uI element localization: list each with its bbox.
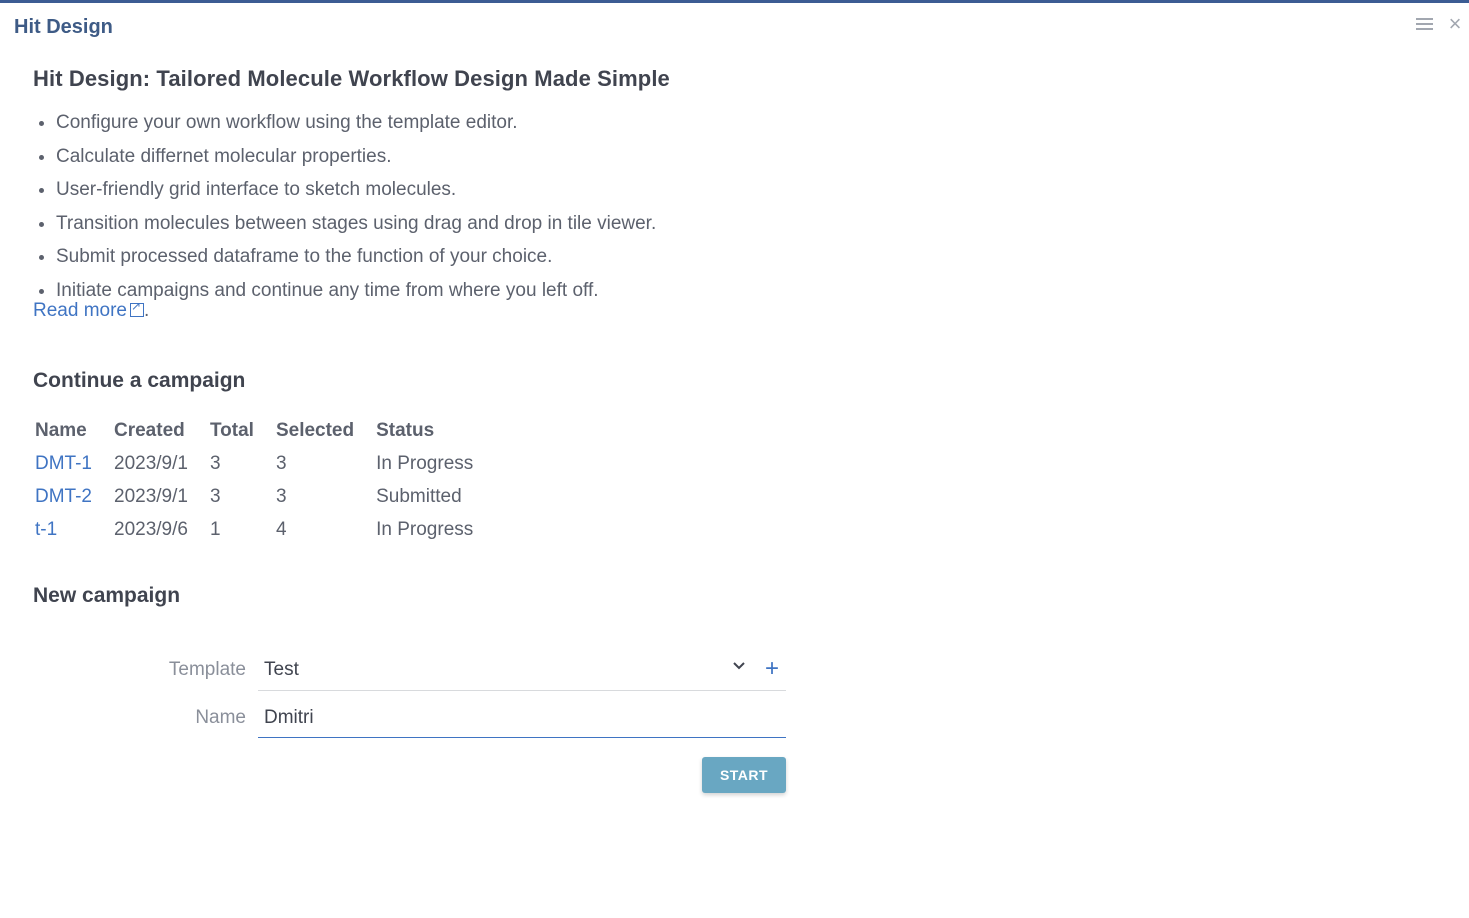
intro-heading: Hit Design: Tailored Molecule Workflow D… [33, 66, 670, 91]
status-cell: In Progress [376, 452, 474, 474]
total-cell: 3 [209, 485, 221, 507]
table-row: t-1 2023/9/6 1 4 In Progress [31, 513, 491, 546]
column-header-status: Status [376, 419, 435, 441]
status-cell: Submitted [376, 485, 462, 507]
template-label: Template [168, 659, 246, 680]
selected-cell: 4 [275, 518, 287, 540]
created-cell: 2023/9/6 [114, 518, 188, 540]
window-title: Hit Design [14, 16, 113, 38]
read-more-label: Read more [33, 300, 127, 321]
template-select-value: Test [264, 659, 299, 680]
status-cell: In Progress [376, 518, 474, 540]
feature-item: Transition molecules between stages usin… [56, 207, 1433, 241]
column-header-created: Created [114, 419, 185, 441]
campaign-link[interactable]: DMT-1 [35, 453, 92, 474]
feature-item: Configure your own workflow using the te… [56, 106, 1433, 140]
name-label: Name [195, 707, 246, 728]
read-more-link[interactable]: Read more [33, 299, 144, 321]
column-header-name: Name [35, 419, 87, 441]
add-template-icon[interactable]: + [765, 655, 779, 683]
campaigns-table: Name Created Total Selected Status DMT-1… [31, 414, 491, 546]
column-header-selected: Selected [275, 419, 355, 441]
total-cell: 3 [209, 452, 221, 474]
feature-item: User-friendly grid interface to sketch m… [56, 173, 1433, 207]
feature-item: Calculate differnet molecular properties… [56, 140, 1433, 174]
table-row: DMT-2 2023/9/1 3 3 Submitted [31, 480, 491, 513]
campaign-name-cell: t-1 [31, 513, 110, 546]
table-header-row: Name Created Total Selected Status [31, 414, 491, 447]
feature-item: Submit processed dataframe to the functi… [56, 240, 1433, 274]
campaign-name-input[interactable] [258, 698, 786, 738]
continue-campaign-title: Continue a campaign [33, 369, 246, 392]
column-header-total: Total [209, 419, 254, 441]
new-campaign-title: New campaign [33, 584, 181, 607]
feature-list: Configure your own workflow using the te… [33, 106, 1433, 307]
created-cell: 2023/9/1 [114, 485, 188, 507]
main-content: Hit Design: Tailored Molecule Workflow D… [33, 66, 1433, 608]
campaign-name-cell: DMT-2 [31, 480, 110, 513]
table-row: DMT-1 2023/9/1 3 3 In Progress [31, 447, 491, 480]
read-more-suffix: . [144, 300, 150, 321]
campaign-link[interactable]: t-1 [35, 519, 57, 540]
external-link-icon [130, 299, 144, 317]
selected-cell: 3 [275, 485, 287, 507]
selected-cell: 3 [275, 452, 287, 474]
campaign-link[interactable]: DMT-2 [35, 486, 92, 507]
total-cell: 1 [209, 518, 221, 540]
close-icon[interactable]: × [1446, 13, 1464, 35]
chevron-down-icon [733, 662, 745, 670]
window-titlebar: Hit Design × [0, 3, 1469, 47]
hamburger-menu-icon[interactable] [1416, 18, 1433, 32]
template-select[interactable]: Test [258, 650, 786, 691]
start-button[interactable]: START [702, 757, 786, 793]
created-cell: 2023/9/1 [114, 452, 188, 474]
campaign-name-cell: DMT-1 [31, 447, 110, 480]
